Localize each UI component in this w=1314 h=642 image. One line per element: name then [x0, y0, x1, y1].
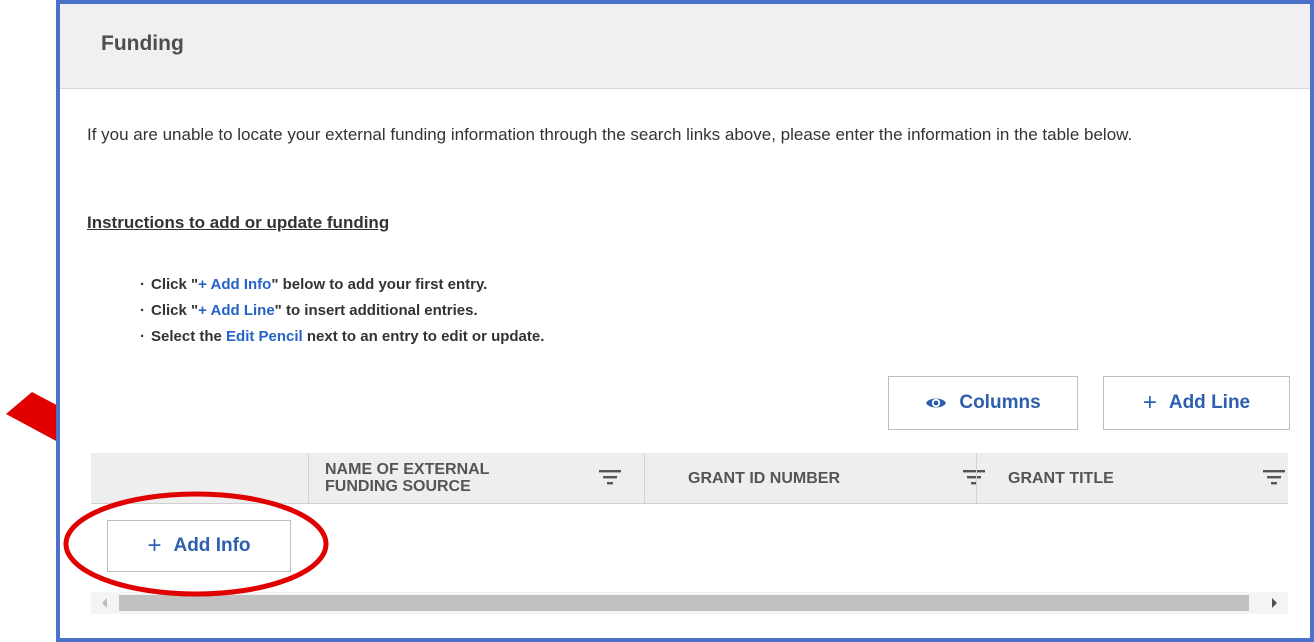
columns-button[interactable]: Columns [888, 376, 1078, 430]
add-line-button[interactable]: + Add Line [1103, 376, 1290, 430]
eye-icon [925, 395, 947, 411]
instructions-list: Click "+ Add Info" below to add your fir… [140, 272, 544, 350]
column-header-label: GRANT ID NUMBER [688, 469, 840, 487]
column-header-grant-title[interactable]: GRANT TITLE [976, 453, 1288, 503]
instruction-item: Click "+ Add Info" below to add your fir… [140, 272, 544, 298]
filter-icon[interactable] [1263, 469, 1285, 485]
instruction-highlight: Edit Pencil [226, 328, 303, 345]
intro-text: If you are unable to locate your externa… [87, 125, 1133, 144]
column-header-label: GRANT TITLE [1008, 469, 1114, 487]
instruction-highlight: + Add Info [198, 276, 272, 293]
scroll-right-icon[interactable] [1272, 598, 1277, 608]
panel-header: Funding [60, 4, 1310, 89]
instruction-item: Select the Edit Pencil next to an entry … [140, 324, 544, 350]
instructions-heading: Instructions to add or update funding [87, 213, 390, 232]
instruction-item: Click "+ Add Line" to insert additional … [140, 298, 544, 324]
panel-title: Funding [101, 32, 184, 55]
column-header-funding-source[interactable]: NAME OF EXTERNAL FUNDING SOURCE [308, 453, 644, 503]
filter-icon[interactable] [599, 469, 621, 485]
add-line-button-label: Add Line [1168, 392, 1251, 413]
instruction-highlight: + Add Line [198, 302, 275, 319]
column-header-grant-id[interactable]: GRANT ID NUMBER [644, 453, 985, 503]
red-ellipse-annotation [63, 491, 329, 597]
column-header-label: NAME OF EXTERNAL FUNDING SOURCE [325, 461, 490, 495]
columns-button-label: Columns [959, 392, 1041, 413]
plus-icon: + [1142, 389, 1157, 416]
